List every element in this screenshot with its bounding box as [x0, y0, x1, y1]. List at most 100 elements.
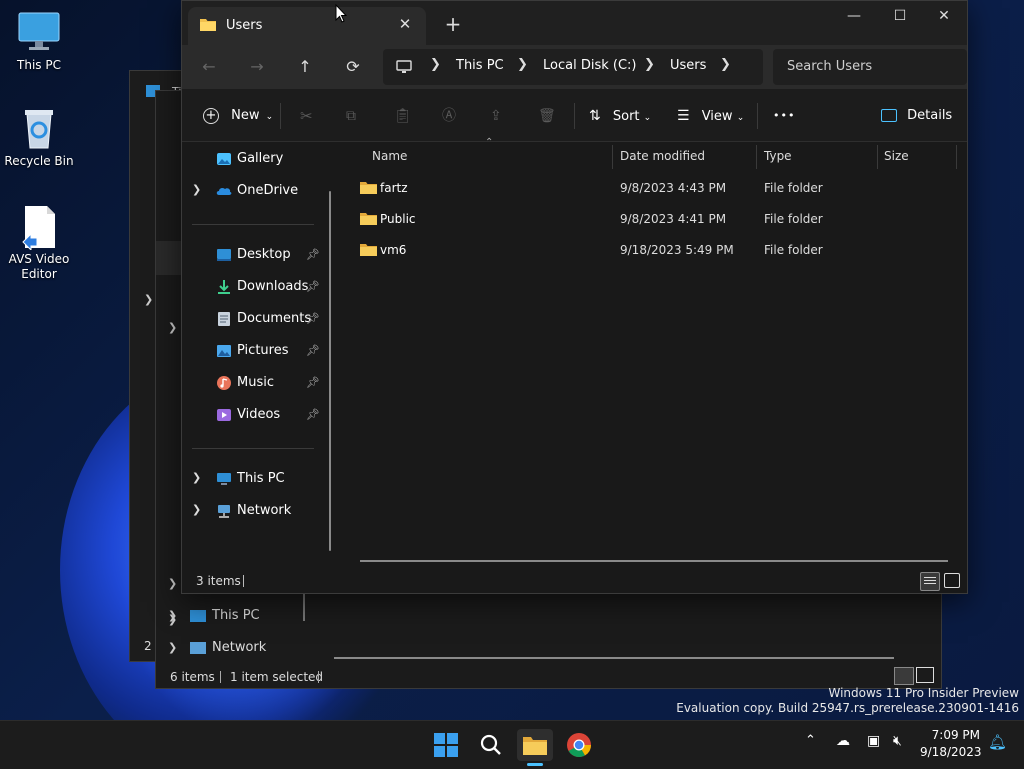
sidebar-item-music[interactable]: Music 📌︎: [182, 369, 332, 397]
sidebar-item-downloads[interactable]: Downloads 📌︎: [182, 273, 332, 301]
search-box[interactable]: Search Users: [773, 49, 967, 85]
desktop-icon-recycle-bin[interactable]: Recycle Bin: [2, 106, 76, 169]
start-button[interactable]: [428, 729, 464, 761]
watermark-line2: Evaluation copy. Build 25947.rs_prerelea…: [676, 701, 1019, 715]
pin-icon[interactable]: 📌︎: [306, 344, 320, 357]
monitor-icon: [190, 610, 206, 622]
mouse-cursor-icon: [335, 4, 347, 23]
maximize-button[interactable]: ☐: [877, 1, 923, 33]
tab-users[interactable]: Users ✕: [188, 7, 426, 45]
chrome-taskbar-button[interactable]: [561, 729, 597, 761]
pin-icon[interactable]: 📌︎: [306, 376, 320, 389]
column-header-date[interactable]: Date modified: [620, 149, 705, 163]
volume-muted-icon[interactable]: 🔇︎: [893, 733, 902, 749]
sidebar-item-label: OneDrive: [237, 183, 299, 198]
back-button[interactable]: ←: [194, 53, 224, 81]
share-icon[interactable]: ⇪: [490, 103, 502, 129]
copy-icon[interactable]: ⧉: [346, 103, 356, 129]
column-divider[interactable]: [956, 145, 957, 169]
column-header-type[interactable]: Type: [764, 149, 792, 163]
chevron-right-icon[interactable]: ❯: [517, 57, 528, 72]
paste-icon[interactable]: 📋︎: [394, 103, 412, 129]
show-hidden-icons-button[interactable]: ⌃: [805, 733, 816, 748]
tab-close-icon[interactable]: ✕: [394, 13, 416, 35]
sidebar-scrollbar[interactable]: [329, 191, 331, 551]
table-row[interactable]: fartz 9/8/2023 4:43 PM File folder: [354, 173, 954, 203]
pin-icon[interactable]: 📌︎: [306, 248, 320, 261]
sidebar-item-documents[interactable]: Documents 📌︎: [182, 305, 332, 333]
more-options-button[interactable]: •••: [773, 103, 795, 129]
breadcrumb-this-pc[interactable]: This PC: [456, 58, 504, 73]
tiles-view-button[interactable]: [916, 667, 934, 683]
clock-time[interactable]: 7:09 PM: [920, 728, 980, 742]
explorer-window[interactable]: Users ✕ + — ☐ ✕ ← → ↑ ⟳ ❯ This PC ❯ Loca…: [181, 0, 968, 594]
chevron-right-icon[interactable]: ❯: [430, 57, 441, 72]
pin-icon[interactable]: 📌︎: [306, 312, 320, 325]
breadcrumb-users[interactable]: Users: [670, 58, 706, 73]
sidebar-item-pictures[interactable]: Pictures 📌︎: [182, 337, 332, 365]
table-row[interactable]: Public 9/8/2023 4:41 PM File folder: [354, 204, 954, 234]
rename-icon[interactable]: Ⓐ: [442, 103, 456, 129]
status-divider: [220, 671, 221, 683]
table-row[interactable]: vm6 9/18/2023 5:49 PM File folder: [354, 235, 954, 265]
column-header-size[interactable]: Size: [884, 149, 909, 163]
sidebar-item-onedrive[interactable]: ❯ OneDrive: [182, 177, 332, 205]
view-button[interactable]: ☰ View ⌄: [677, 103, 744, 129]
sidebar-item-network[interactable]: ❯ Network: [156, 635, 306, 663]
sidebar-item-desktop[interactable]: Desktop 📌︎: [182, 241, 332, 269]
column-header-name[interactable]: Name: [372, 149, 407, 163]
onedrive-tray-icon[interactable]: ☁: [836, 733, 850, 749]
minimize-button[interactable]: —: [831, 1, 877, 33]
column-divider[interactable]: [612, 145, 613, 169]
status-item-count: 6 items: [170, 670, 215, 684]
sidebar-item-label: Gallery: [237, 151, 284, 166]
search-button[interactable]: [473, 729, 509, 761]
pin-icon[interactable]: 📌︎: [306, 408, 320, 421]
horizontal-scrollbar[interactable]: [334, 657, 894, 659]
folder-icon: [360, 182, 377, 194]
breadcrumb-local-disk[interactable]: Local Disk (C:): [543, 58, 636, 73]
sidebar-item-this-pc[interactable]: ❯ This PC: [182, 465, 332, 493]
sidebar-item-gallery[interactable]: Gallery: [182, 145, 332, 173]
folder-icon: [200, 19, 216, 31]
address-bar[interactable]: ❯ This PC ❯ Local Disk (C:) ❯ Users ❯: [383, 49, 763, 85]
sidebar-item-this-pc[interactable]: ❯ This PC: [156, 603, 306, 631]
sidebar-item-videos[interactable]: Videos 📌︎: [182, 401, 332, 429]
horizontal-scrollbar[interactable]: [360, 560, 948, 562]
details-view-button[interactable]: [894, 667, 914, 685]
up-button[interactable]: ↑: [290, 53, 320, 81]
title-bar[interactable]: Users ✕ + — ☐ ✕: [182, 1, 967, 45]
cut-icon[interactable]: ✂: [300, 103, 313, 129]
pin-icon[interactable]: 📌︎: [306, 280, 320, 293]
close-button[interactable]: ✕: [921, 1, 967, 33]
details-view-button[interactable]: [920, 572, 940, 591]
notification-bell-icon[interactable]: 🔔︎: [988, 733, 1007, 751]
sort-label: Sort: [612, 109, 640, 124]
delete-icon[interactable]: 🗑︎: [538, 103, 556, 129]
chevron-right-icon[interactable]: ❯: [720, 57, 731, 72]
expand-chevron-icon[interactable]: ❯: [168, 321, 177, 334]
new-tab-button[interactable]: +: [440, 11, 466, 37]
network-tray-icon[interactable]: ▣: [867, 733, 880, 749]
monitor-icon: [217, 473, 231, 485]
chevron-right-icon[interactable]: ❯: [192, 503, 201, 516]
column-divider[interactable]: [756, 145, 757, 169]
clock-date[interactable]: 9/18/2023: [920, 745, 982, 759]
refresh-button[interactable]: ⟳: [338, 53, 368, 81]
expand-chevron-icon[interactable]: ❯: [144, 293, 153, 306]
tiles-view-button[interactable]: [944, 573, 960, 588]
desktop-icon-this-pc[interactable]: This PC: [2, 10, 76, 73]
column-divider[interactable]: [877, 145, 878, 169]
file-explorer-taskbar-button[interactable]: [517, 729, 553, 766]
sidebar-item-network[interactable]: ❯ Network: [182, 497, 332, 525]
desktop-icon-avs-video-editor[interactable]: AVS Video Editor: [2, 204, 76, 282]
expand-chevron-icon[interactable]: ❯: [168, 577, 177, 590]
details-pane-button[interactable]: Details: [881, 103, 952, 129]
chevron-right-icon[interactable]: ❯: [192, 471, 201, 484]
monitor-icon: [396, 60, 412, 73]
sort-button[interactable]: ⇅ Sort ⌄: [589, 103, 651, 129]
new-button[interactable]: + New ⌄: [203, 103, 273, 129]
chevron-right-icon[interactable]: ❯: [192, 183, 201, 196]
forward-button[interactable]: →: [242, 53, 272, 81]
chevron-right-icon[interactable]: ❯: [644, 57, 655, 72]
